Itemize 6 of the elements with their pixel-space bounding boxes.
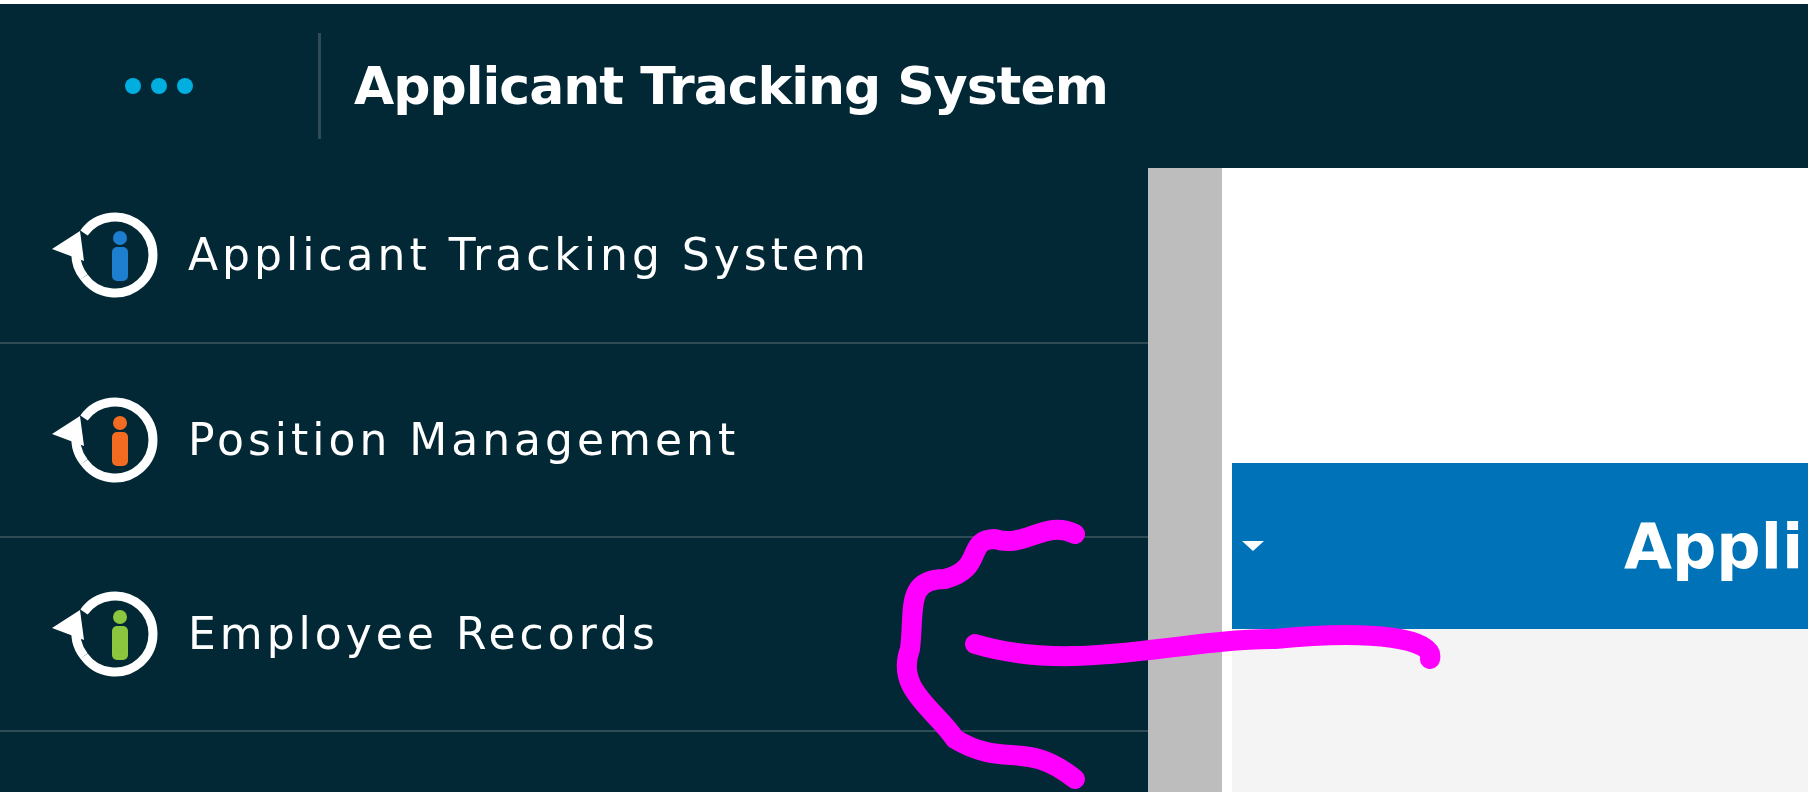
caret-icon[interactable] — [1242, 541, 1264, 551]
banner-title: Appli — [1624, 508, 1804, 585]
sidebar-item[interactable]: Applicant Tracking System — [0, 168, 1148, 344]
sidebar-item[interactable]: Employee Records — [0, 538, 1148, 732]
sidebar-item[interactable]: Position Management — [0, 344, 1148, 538]
app-title: Applicant Tracking System — [354, 55, 1108, 118]
